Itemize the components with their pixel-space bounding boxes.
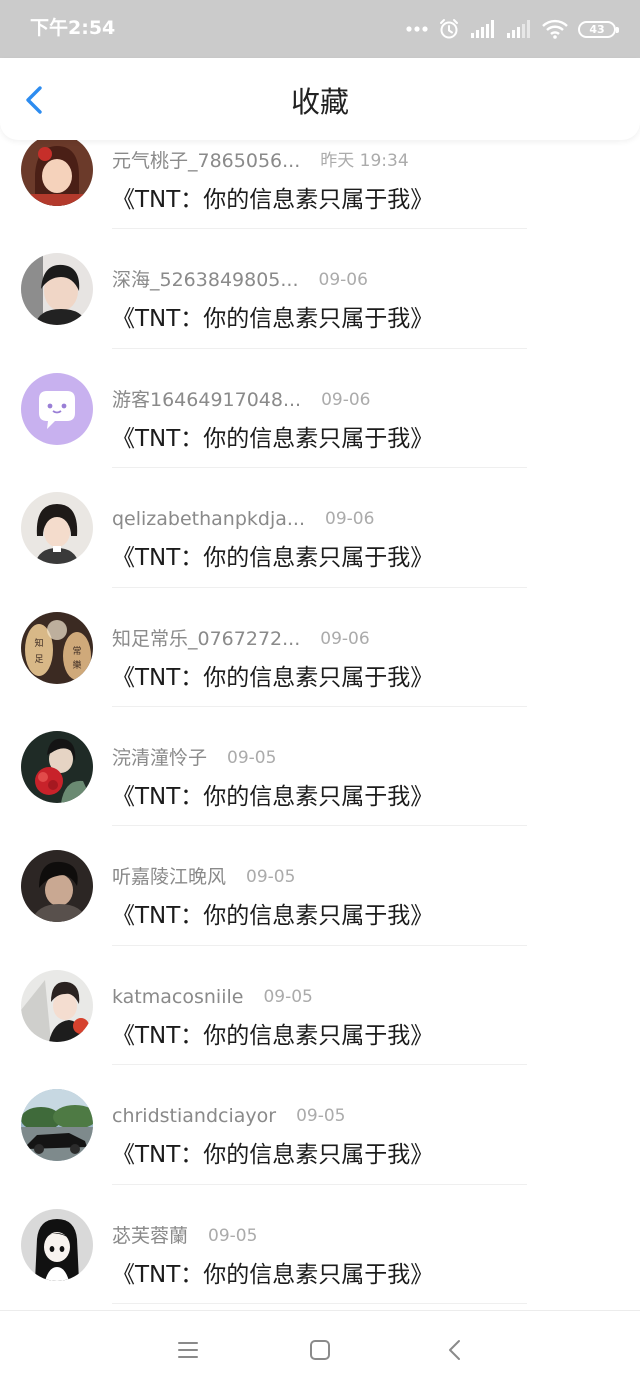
menu-icon <box>178 1342 198 1358</box>
list-item[interactable]: 知 足 常 樂 知足常乐_0767272... 09-06 《TNT：你的信息素… <box>0 588 640 707</box>
username[interactable]: 元气桃子_7865056... <box>112 148 300 174</box>
timestamp: 09-05 <box>227 747 277 768</box>
divider <box>112 1302 527 1304</box>
item-content[interactable]: 《TNT：你的信息素只属于我》 <box>112 303 433 335</box>
signal-icon <box>506 19 532 39</box>
item-meta: 深海_5263849805... 09-06 <box>112 267 368 293</box>
avatar[interactable] <box>21 850 93 923</box>
list-item[interactable]: 苾芙蓉蘭 09-05 《TNT：你的信息素只属于我》 <box>0 1185 640 1304</box>
timestamp: 09-05 <box>246 867 296 888</box>
home-square-icon <box>310 1340 330 1360</box>
back-triangle-icon <box>449 1340 460 1360</box>
girl-avatar-icon <box>21 492 93 565</box>
item-content[interactable]: 《TNT：你的信息素只属于我》 <box>112 423 433 455</box>
system-back-button[interactable] <box>440 1335 470 1365</box>
username[interactable]: katmacosniile <box>112 984 243 1010</box>
item-meta: 游客16464917048... 09-06 <box>112 387 371 413</box>
item-meta: 苾芙蓉蘭 09-05 <box>112 1223 257 1249</box>
list-item[interactable]: 游客16464917048... 09-06 《TNT：你的信息素只属于我》 <box>0 349 640 469</box>
boy-avatar-icon <box>21 969 93 1042</box>
girl-avatar-icon <box>21 140 93 206</box>
username[interactable]: 听嘉陵江晚风 <box>112 864 226 890</box>
username[interactable]: 浣清潼怜子 <box>112 745 207 771</box>
text-avatar-icon: 知 足 常 樂 <box>21 611 93 684</box>
avatar[interactable] <box>21 1089 93 1162</box>
avatar[interactable] <box>21 969 93 1042</box>
username[interactable]: 知足常乐_0767272... <box>112 626 300 652</box>
flower-avatar-icon <box>21 730 93 803</box>
favorites-list[interactable]: 元气桃子_7865056... 昨天 19:34 《TNT：你的信息素只属于我》… <box>0 140 640 1310</box>
avatar[interactable] <box>21 492 93 565</box>
nav-bar: 收藏 <box>0 58 640 140</box>
wifi-icon <box>542 19 568 39</box>
list-item[interactable]: 浣清潼怜子 09-05 《TNT：你的信息素只属于我》 <box>0 707 640 827</box>
username[interactable]: 苾芙蓉蘭 <box>112 1223 188 1249</box>
list-item[interactable]: qelizabethanpkdja... 09-06 《TNT：你的信息素只属于… <box>0 468 640 588</box>
alarm-icon <box>438 18 460 40</box>
item-content[interactable]: 《TNT：你的信息素只属于我》 <box>112 662 433 694</box>
timestamp: 09-05 <box>208 1225 258 1246</box>
boy-avatar-icon <box>21 253 93 326</box>
item-content[interactable]: 《TNT：你的信息素只属于我》 <box>112 1020 433 1052</box>
status-icons: 43 <box>406 16 619 42</box>
timestamp: 09-05 <box>263 986 313 1007</box>
username[interactable]: qelizabethanpkdja... <box>112 506 305 532</box>
avatar[interactable] <box>21 372 93 445</box>
timestamp: 昨天 19:34 <box>320 151 409 171</box>
timestamp: 09-06 <box>318 270 368 291</box>
avatar[interactable] <box>21 1208 93 1281</box>
list-item[interactable]: 深海_5263849805... 09-06 《TNT：你的信息素只属于我》 <box>0 229 640 349</box>
avatar[interactable] <box>21 730 93 803</box>
username[interactable]: 游客16464917048... <box>112 387 301 413</box>
username[interactable]: chridstiandciayor <box>112 1103 276 1129</box>
svg-text:知: 知 <box>34 637 43 649</box>
avatar[interactable]: 知 足 常 樂 <box>21 611 93 684</box>
home-button[interactable] <box>305 1335 335 1365</box>
more-dots-icon <box>406 25 428 33</box>
item-content[interactable]: 《TNT：你的信息素只属于我》 <box>112 900 433 932</box>
battery-icon: 43 <box>578 20 619 38</box>
item-meta: katmacosniile 09-05 <box>112 984 313 1010</box>
item-meta: 听嘉陵江晚风 09-05 <box>112 864 295 890</box>
timestamp: 09-06 <box>321 389 371 410</box>
svg-text:足: 足 <box>34 654 43 665</box>
system-nav-bar <box>0 1310 640 1388</box>
boy-avatar-icon <box>21 850 93 923</box>
list-item[interactable]: 听嘉陵江晚风 09-05 《TNT：你的信息素只属于我》 <box>0 826 640 946</box>
anime-girl-avatar-icon <box>21 1208 93 1281</box>
item-content[interactable]: 《TNT：你的信息素只属于我》 <box>112 1259 433 1291</box>
list-item[interactable]: 元气桃子_7865056... 昨天 19:34 《TNT：你的信息素只属于我》 <box>0 140 640 230</box>
page-title: 收藏 <box>290 85 349 119</box>
timestamp: 09-06 <box>325 509 375 530</box>
signal-icon <box>470 19 496 39</box>
item-content[interactable]: 《TNT：你的信息素只属于我》 <box>112 781 433 813</box>
menu-button[interactable] <box>173 1335 203 1365</box>
chat-bubble-avatar-icon <box>21 372 93 445</box>
item-meta: 知足常乐_0767272... 09-06 <box>112 626 370 652</box>
item-meta: 元气桃子_7865056... 昨天 19:34 <box>112 148 409 174</box>
timestamp: 09-06 <box>320 628 370 649</box>
username[interactable]: 深海_5263849805... <box>112 267 299 293</box>
car-avatar-icon <box>21 1089 93 1162</box>
item-meta: chridstiandciayor 09-05 <box>112 1103 345 1129</box>
item-meta: qelizabethanpkdja... 09-06 <box>112 506 374 532</box>
item-content[interactable]: 《TNT：你的信息素只属于我》 <box>112 184 433 216</box>
avatar[interactable] <box>21 140 93 206</box>
svg-text:樂: 樂 <box>72 659 81 671</box>
status-time: 下午2:54 <box>30 17 116 39</box>
status-bar: 下午2:54 43 <box>0 0 640 58</box>
list-item[interactable]: chridstiandciayor 09-05 《TNT：你的信息素只属于我》 <box>0 1065 640 1185</box>
timestamp: 09-05 <box>296 1106 346 1127</box>
item-content[interactable]: 《TNT：你的信息素只属于我》 <box>112 1139 433 1171</box>
svg-text:常: 常 <box>72 645 81 657</box>
list-item[interactable]: katmacosniile 09-05 《TNT：你的信息素只属于我》 <box>0 946 640 1066</box>
item-content[interactable]: 《TNT：你的信息素只属于我》 <box>112 542 433 574</box>
item-meta: 浣清潼怜子 09-05 <box>112 745 276 771</box>
avatar[interactable] <box>21 253 93 326</box>
